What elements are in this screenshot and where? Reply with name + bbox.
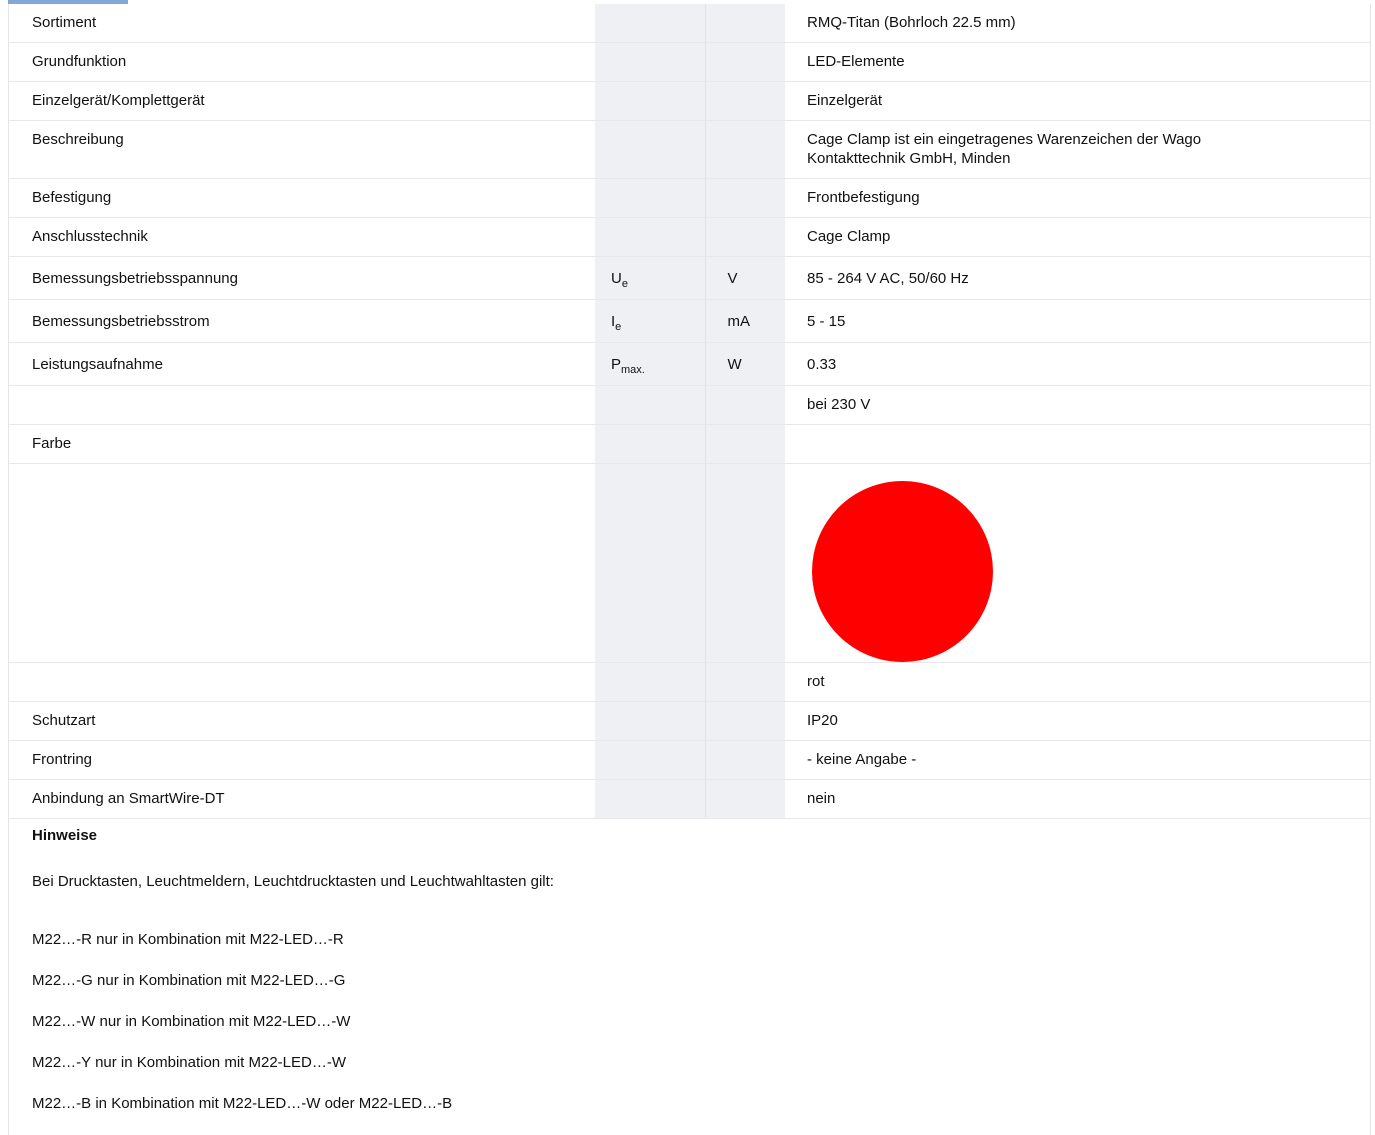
- row-value: IP20: [785, 701, 1370, 741]
- row-unit: mA: [704, 299, 785, 343]
- row-label: Bemessungsbetriebsstrom: [9, 299, 595, 343]
- row-label: Einzelgerät/Komplettgerät: [9, 81, 595, 121]
- row-label: Bemessungsbetriebsspannung: [9, 256, 595, 300]
- notes-line: M22…-R nur in Kombination mit M22-LED…-R: [32, 931, 344, 948]
- row-label: Beschreibung: [9, 120, 595, 179]
- table-row: Beschreibung Cage Clamp ist ein eingetra…: [9, 120, 1370, 179]
- row-label: Grundfunktion: [9, 42, 595, 82]
- color-swatch: [812, 481, 993, 662]
- row-label: Anbindung an SmartWire-DT: [9, 779, 595, 819]
- spec-table: Sortiment RMQ-Titan (Bohrloch 22.5 mm) G…: [9, 4, 1370, 819]
- row-symbol: Ue: [595, 256, 705, 300]
- row-value: RMQ-Titan (Bohrloch 22.5 mm): [785, 4, 1370, 43]
- row-value: [785, 424, 1370, 464]
- row-unit: V: [704, 256, 785, 300]
- table-row: Frontring - keine Angabe -: [9, 740, 1370, 780]
- row-label: Leistungsaufnahme: [9, 342, 595, 386]
- table-row: Einzelgerät/Komplettgerät Einzelgerät: [9, 81, 1370, 121]
- row-value: rot: [785, 662, 1370, 702]
- notes-line: M22…-B in Kombination mit M22-LED…-W ode…: [32, 1095, 453, 1112]
- table-row: bei 230 V: [9, 385, 1370, 425]
- table-row: Bemessungsbetriebsstrom Ie mA 5 - 15: [9, 299, 1370, 343]
- row-label: Sortiment: [9, 4, 595, 43]
- table-row: Sortiment RMQ-Titan (Bohrloch 22.5 mm): [9, 4, 1370, 43]
- spec-sheet: Sortiment RMQ-Titan (Bohrloch 22.5 mm) G…: [8, 4, 1371, 1135]
- notes-heading: Hinweise: [32, 827, 98, 844]
- color-swatch-row: [9, 463, 1370, 663]
- notes-line: M22…-Y nur in Kombination mit M22-LED…-W: [32, 1054, 346, 1071]
- table-row: Bemessungsbetriebsspannung Ue V 85 - 264…: [9, 256, 1370, 300]
- row-value: nein: [785, 779, 1370, 819]
- row-value: Frontbefestigung: [785, 178, 1370, 218]
- row-label: [9, 662, 595, 702]
- row-value: - keine Angabe -: [785, 740, 1370, 780]
- table-row: Leistungsaufnahme Pmax. W 0.33: [9, 342, 1370, 386]
- row-label: Anschlusstechnik: [9, 217, 595, 257]
- notes-intro: Bei Drucktasten, Leuchtmeldern, Leuchtdr…: [32, 873, 554, 890]
- row-label: Farbe: [9, 424, 595, 464]
- notes-line: M22…-G nur in Kombination mit M22-LED…-G: [32, 972, 346, 989]
- row-value: Cage Clamp ist ein eingetragenes Warenze…: [785, 120, 1370, 179]
- row-value: Cage Clamp: [785, 217, 1370, 257]
- row-label: Schutzart: [9, 701, 595, 741]
- row-value: LED-Elemente: [785, 42, 1370, 82]
- table-row: Farbe: [9, 424, 1370, 464]
- row-label: Befestigung: [9, 178, 595, 218]
- row-label: Frontring: [9, 740, 595, 780]
- table-row: Anschlusstechnik Cage Clamp: [9, 217, 1370, 257]
- row-value: 0.33: [785, 342, 1370, 386]
- row-value: 85 - 264 V AC, 50/60 Hz: [785, 256, 1370, 300]
- table-row: Befestigung Frontbefestigung: [9, 178, 1370, 218]
- table-row: Anbindung an SmartWire-DT nein: [9, 779, 1370, 819]
- row-symbol: Pmax.: [595, 342, 705, 386]
- table-row: Grundfunktion LED-Elemente: [9, 42, 1370, 82]
- row-label: [9, 385, 595, 425]
- table-row: Schutzart IP20: [9, 701, 1370, 741]
- row-value: bei 230 V: [785, 385, 1370, 425]
- row-symbol: Ie: [595, 299, 705, 343]
- notes-section: Hinweise Bei Drucktasten, Leuchtmeldern,…: [9, 819, 1370, 1113]
- row-unit: W: [704, 342, 785, 386]
- row-value: Einzelgerät: [785, 81, 1370, 121]
- notes-line: M22…-W nur in Kombination mit M22-LED…-W: [32, 1013, 351, 1030]
- row-value: 5 - 15: [785, 299, 1370, 343]
- table-row: rot: [9, 662, 1370, 702]
